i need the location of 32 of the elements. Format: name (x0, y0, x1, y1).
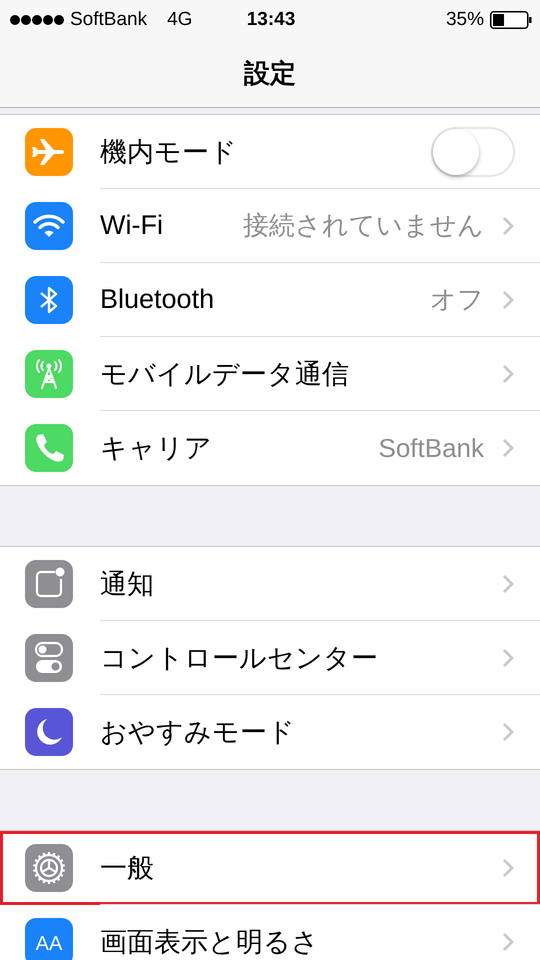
signal-icon (10, 14, 64, 26)
setting-label: 画面表示と明るさ (100, 926, 320, 959)
setting-label: 一般 (100, 852, 155, 884)
setting-label: コントロールセンター (100, 642, 379, 674)
chevron-icon (502, 216, 514, 236)
chevron-icon (502, 574, 514, 594)
chevron-icon (502, 722, 514, 742)
chevron-icon (502, 858, 514, 878)
toggle-switch[interactable] (431, 126, 515, 176)
setting-value: オフ (430, 283, 484, 316)
setting-label: Bluetooth (100, 284, 216, 315)
screen-title: 設定 (244, 57, 296, 90)
chevron-icon (502, 364, 514, 384)
setting-label: キャリア (100, 432, 213, 465)
carrier-name: SoftBank (70, 9, 148, 31)
setting-label: 通知 (100, 568, 155, 600)
chevron-icon (502, 290, 514, 310)
battery-icon (490, 11, 532, 29)
setting-label: モバイルデータ通信 (100, 358, 350, 390)
chevron-icon (502, 932, 514, 952)
setting-label: Wi-Fi (100, 210, 164, 241)
setting-label: 機内モード (100, 136, 238, 168)
clock-time: 13:43 (246, 9, 296, 31)
battery-percent: 35% (446, 9, 484, 31)
settings-row[interactable]: 一般 (0, 831, 540, 905)
text-size-icon: AA (25, 918, 73, 960)
setting-value: 接続されていません (243, 209, 484, 242)
network-type: 4G (167, 9, 192, 31)
setting-label: おやすみモード (100, 716, 296, 749)
chevron-icon (502, 438, 514, 458)
chevron-icon (502, 648, 514, 668)
setting-value: SoftBank (378, 432, 484, 464)
